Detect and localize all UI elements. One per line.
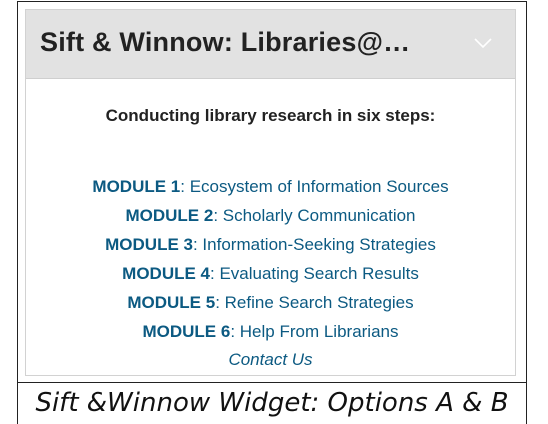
chevron-down-icon[interactable] bbox=[473, 36, 493, 50]
module-item-4[interactable]: MODULE 4: Evaluating Search Results bbox=[26, 264, 515, 293]
module-4-link[interactable]: MODULE 4: Evaluating Search Results bbox=[122, 264, 419, 283]
module-2-link[interactable]: MODULE 2: Scholarly Communication bbox=[125, 206, 415, 225]
module-number: MODULE 1 bbox=[92, 177, 181, 196]
sift-winnow-widget: Sift & Winnow: Libraries@… Conducting li… bbox=[25, 9, 516, 376]
contact-us-container: Contact Us bbox=[26, 350, 515, 370]
module-title: : Evaluating Search Results bbox=[210, 264, 419, 283]
module-number: MODULE 5 bbox=[127, 293, 216, 312]
module-number: MODULE 6 bbox=[142, 322, 231, 341]
figure-caption: Sift &Winnow Widget: Options A & B bbox=[35, 388, 509, 418]
widget-header[interactable]: Sift & Winnow: Libraries@… bbox=[26, 10, 515, 79]
module-5-link[interactable]: MODULE 5: Refine Search Strategies bbox=[127, 293, 413, 312]
module-3-link[interactable]: MODULE 3: Information-Seeking Strategies bbox=[105, 235, 436, 254]
module-title: : Scholarly Communication bbox=[213, 206, 416, 225]
module-title: : Help From Librarians bbox=[230, 322, 399, 341]
module-item-1[interactable]: MODULE 1: Ecosystem of Information Sourc… bbox=[26, 177, 515, 206]
caption-box: Sift &Winnow Widget: Options A & B bbox=[17, 382, 527, 424]
module-number: MODULE 2 bbox=[125, 206, 214, 225]
module-1-link[interactable]: MODULE 1: Ecosystem of Information Sourc… bbox=[92, 177, 448, 196]
module-6-link[interactable]: MODULE 6: Help From Librarians bbox=[142, 322, 398, 341]
module-item-3[interactable]: MODULE 3: Information-Seeking Strategies bbox=[26, 235, 515, 264]
module-item-2[interactable]: MODULE 2: Scholarly Communication bbox=[26, 206, 515, 235]
module-number: MODULE 3 bbox=[105, 235, 193, 254]
contact-us-link[interactable]: Contact Us bbox=[228, 350, 312, 369]
widget-title: Sift & Winnow: Libraries@… bbox=[40, 27, 411, 57]
module-list: MODULE 1: Ecosystem of Information Sourc… bbox=[26, 177, 515, 351]
screenshot-frame: Sift & Winnow: Libraries@… Conducting li… bbox=[17, 1, 527, 383]
module-title: : Ecosystem of Information Sources bbox=[180, 177, 449, 196]
module-number: MODULE 4 bbox=[122, 264, 210, 283]
module-item-5[interactable]: MODULE 5: Refine Search Strategies bbox=[26, 293, 515, 322]
module-title: : Refine Search Strategies bbox=[215, 293, 414, 312]
intro-text: Conducting library research in six steps… bbox=[105, 106, 436, 125]
module-item-6[interactable]: MODULE 6: Help From Librarians bbox=[26, 322, 515, 351]
module-title: : Information-Seeking Strategies bbox=[192, 235, 436, 254]
